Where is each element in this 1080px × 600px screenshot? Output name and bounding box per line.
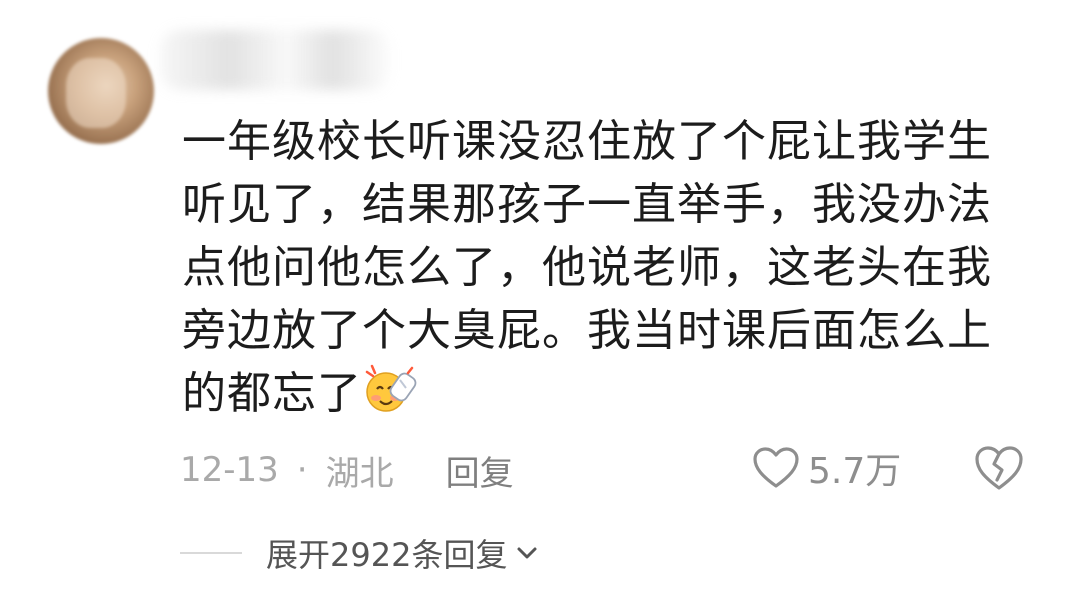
embarrassed-laughing-emoji-icon	[364, 362, 418, 416]
username-blurred[interactable]	[160, 30, 390, 90]
dislike-button[interactable]	[972, 442, 1026, 496]
expand-replies-label: 展开2922条回复	[266, 536, 508, 574]
heart-icon	[753, 447, 799, 488]
comment-item: 一年级校长听课没忍住放了个屁让我学生听见了，结果那孩子一直举手，我没办法点他问他…	[0, 0, 1080, 600]
comment-date: 12-13	[180, 450, 279, 490]
comment-location: 湖北	[325, 453, 394, 494]
broken-heart-icon	[975, 446, 1023, 490]
expand-divider-line	[180, 552, 242, 554]
like-button[interactable]: 5.7万	[752, 442, 901, 494]
comment-meta: 12-13 · 湖北 回复	[180, 445, 514, 495]
chevron-down-icon	[517, 547, 537, 559]
avatar[interactable]	[48, 38, 154, 144]
comment-text: 一年级校长听课没忍住放了个屁让我学生听见了，结果那孩子一直举手，我没办法点他问他…	[182, 116, 992, 419]
expand-replies-button[interactable]: 展开2922条回复	[180, 530, 541, 576]
meta-separator: ·	[296, 450, 308, 490]
like-count: 5.7万	[808, 451, 902, 492]
comment-content: 一年级校长听课没忍住放了个屁让我学生听见了，结果那孩子一直举手，我没办法点他问他…	[182, 110, 1012, 425]
reply-button[interactable]: 回复	[446, 446, 514, 495]
